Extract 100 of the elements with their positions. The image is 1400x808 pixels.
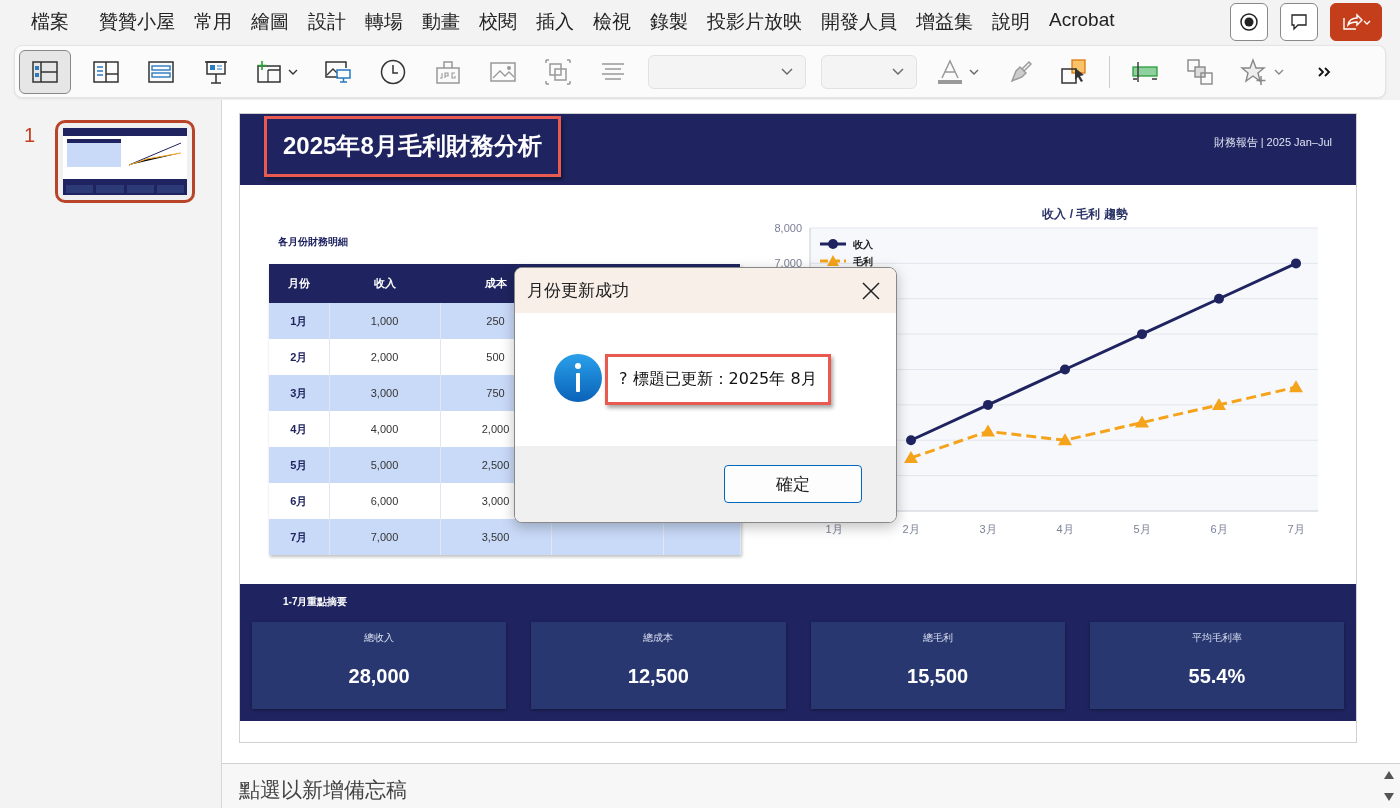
overlapping-squares-icon [545, 58, 571, 85]
caret-icon [288, 68, 298, 75]
table-cell: 3,500 [440, 519, 551, 555]
data-point [1060, 364, 1070, 375]
data-point [1214, 293, 1224, 304]
record-icon [1240, 12, 1258, 31]
menu-item[interactable]: 開發人員 [821, 8, 897, 35]
data-point [904, 450, 918, 463]
slide-title: 2025年8月毛利財務分析 [264, 116, 561, 177]
selection-cursor-icon [1060, 57, 1088, 86]
scroll-down-icon [1384, 793, 1394, 801]
table-cell: 1,000 [329, 303, 440, 339]
menu-item[interactable]: 動畫 [422, 8, 460, 35]
x-tick-label: 1月 [825, 523, 843, 535]
kpi-label: 總成本 [643, 631, 674, 645]
kpi-label: 總收入 [364, 631, 395, 645]
kpi-label: 總毛利 [922, 631, 953, 645]
align-lines-icon [601, 61, 625, 82]
menu-item[interactable]: 設計 [308, 8, 346, 35]
comment-icon [1290, 12, 1308, 31]
kpi-value: 15,500 [907, 665, 969, 688]
close-button[interactable] [862, 281, 880, 300]
data-point [1289, 380, 1303, 393]
column-header: 月份 [269, 264, 329, 303]
font-color-icon [937, 58, 963, 85]
table-cell: 5,000 [329, 447, 440, 483]
table-cell: 1月 [269, 303, 329, 339]
x-tick-label: 4月 [1056, 523, 1074, 535]
dialog-message: ? 標題已更新：2025年 8月 [605, 354, 831, 405]
menu-item[interactable]: 常用 [194, 8, 232, 35]
slide-thumbnail[interactable] [55, 120, 196, 203]
slide-number: 1 [24, 124, 36, 147]
menu-item[interactable]: 說明 [992, 8, 1030, 35]
outline-view-icon [93, 60, 119, 83]
menu-item[interactable]: 檔案 [31, 8, 69, 35]
presentation-board-icon [205, 59, 227, 84]
view-button[interactable] [19, 49, 71, 94]
share-icon [1341, 12, 1371, 31]
scroll-up-icon [1384, 771, 1394, 779]
x-tick-label: 6月 [1210, 523, 1228, 535]
menu-item[interactable]: 增益集 [916, 8, 973, 35]
picture-screen-icon [324, 59, 352, 84]
picture-icon [489, 59, 517, 84]
jpg-file-icon [435, 58, 461, 85]
table-cell: 5月 [269, 447, 329, 483]
notes-placeholder: 點選以新增備忘稿 [239, 777, 407, 803]
record-button[interactable] [1230, 2, 1268, 41]
legend-label: 收入 [853, 239, 873, 250]
menu-item[interactable]: 繪圖 [251, 8, 289, 35]
menu-item[interactable]: 校閱 [479, 8, 517, 35]
data-point [1212, 397, 1226, 410]
menu-item[interactable]: Acrobat [1049, 8, 1115, 35]
kpi-value: 55.4% [1188, 665, 1246, 688]
new-slide-icon [256, 59, 282, 84]
clock-icon [380, 58, 406, 85]
chart-title: 收入 / 毛利 趨勢 [1042, 207, 1128, 221]
caret-icon [969, 68, 979, 75]
table-cell: 3,000 [329, 375, 440, 411]
y-tick-label: 7,000 [774, 257, 802, 270]
data-point [906, 435, 916, 446]
ok-button[interactable]: 確定 [724, 465, 862, 503]
arrange-squares-icon [1186, 57, 1214, 86]
table-cell: 7,000 [329, 519, 440, 555]
legend-marker-icon [820, 255, 846, 266]
x-tick-label: 5月 [1133, 523, 1151, 535]
kpi-value: 28,000 [348, 665, 410, 688]
normal-view-icon [32, 60, 58, 83]
reading-view-icon [148, 60, 174, 83]
menu-item[interactable]: 錄製 [650, 8, 688, 35]
double-chevron-icon [1317, 65, 1331, 78]
x-tick-label: 3月 [979, 523, 997, 535]
kpi-label: 平均毛利率 [1191, 631, 1242, 645]
align-center-icon [1130, 59, 1160, 84]
table-caption: 各月份財務明細 [278, 235, 349, 249]
y-tick-label: 8,000 [774, 222, 802, 234]
comment-button[interactable] [1280, 2, 1318, 41]
caret-icon [1274, 68, 1284, 75]
notes-pane[interactable]: 點選以新增備忘稿 [222, 763, 1400, 808]
summary-title: 1-7月重點摘要 [283, 595, 349, 609]
menu-item[interactable]: 投影片放映 [707, 8, 802, 35]
caret-icon [892, 68, 904, 76]
kpi-value: 12,500 [627, 665, 689, 688]
x-tick-label: 2月 [902, 523, 920, 535]
share-button[interactable] [1330, 2, 1382, 41]
legend-marker-icon [820, 239, 846, 249]
data-point [1291, 258, 1301, 269]
close-icon [862, 281, 880, 300]
menu-item[interactable]: 插入 [536, 8, 574, 35]
data-point [983, 399, 993, 410]
menu-item[interactable]: 檢視 [593, 8, 631, 35]
caret-icon [781, 68, 793, 76]
info-icon [554, 353, 602, 402]
x-tick-label: 7月 [1287, 523, 1305, 535]
menu-item[interactable]: 贊贊小屋 [99, 8, 175, 35]
table-cell: 7月 [269, 519, 329, 555]
column-header: 收入 [329, 264, 440, 303]
menu-item[interactable]: 轉場 [365, 8, 403, 35]
data-point [981, 424, 995, 437]
data-point [1058, 433, 1072, 446]
data-point [1135, 415, 1149, 428]
